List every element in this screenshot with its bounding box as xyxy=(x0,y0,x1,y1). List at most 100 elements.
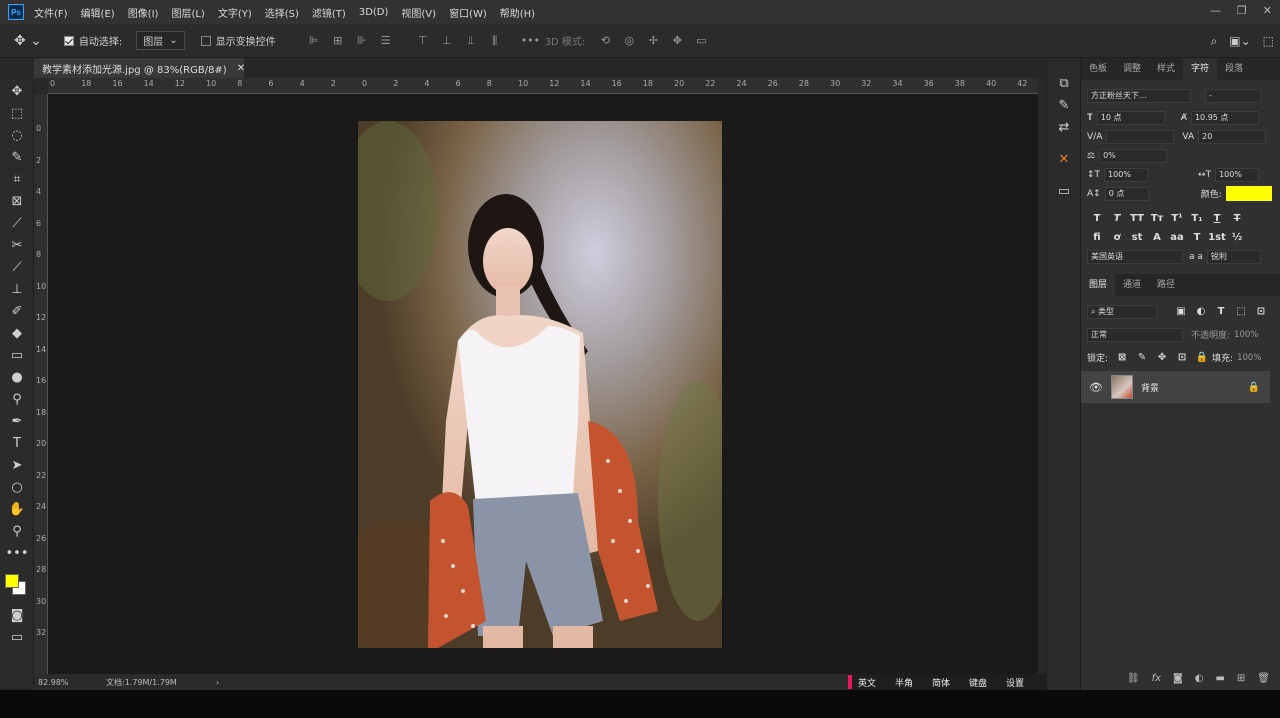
quick-select-tool-icon[interactable]: ✎ xyxy=(0,146,34,168)
filter-type-icon[interactable]: T xyxy=(1211,306,1231,317)
ime-english[interactable]: 英文 xyxy=(858,676,895,689)
tab-styles[interactable]: 样式 xyxy=(1149,58,1183,80)
swash-icon[interactable]: A xyxy=(1147,232,1167,243)
slide-3d-icon[interactable]: ✥ xyxy=(670,34,684,47)
new-group-icon[interactable]: ▬ xyxy=(1215,673,1224,684)
tools-panel-icon[interactable]: ✕ xyxy=(1047,148,1081,170)
frame-tool-icon[interactable]: ⊠ xyxy=(0,190,34,212)
zoom-tool-icon[interactable]: ⚲ xyxy=(0,520,34,542)
canvas-area[interactable] xyxy=(48,94,1038,674)
zoom-level[interactable]: 82.98% xyxy=(38,678,106,687)
distribute-icon[interactable]: ☰ xyxy=(379,34,393,47)
font-family-dropdown[interactable]: 方正粉丝天下... xyxy=(1087,88,1191,103)
lasso-tool-icon[interactable]: ◌ xyxy=(0,124,34,146)
language-dropdown[interactable]: 美国英语 xyxy=(1087,249,1183,264)
tab-paths[interactable]: 路径 xyxy=(1149,274,1183,296)
menu-window[interactable]: 窗口(W) xyxy=(449,5,487,20)
subscript-icon[interactable]: T₁ xyxy=(1187,213,1207,224)
layer-row[interactable]: 👁 背景 🔒 xyxy=(1081,371,1270,403)
fill-value[interactable]: 100% xyxy=(1237,353,1261,363)
align-right-icon[interactable]: ⊪ xyxy=(355,34,369,47)
align-top-icon[interactable]: ⊤ xyxy=(416,34,430,47)
history-brush-tool-icon[interactable]: ✐ xyxy=(0,300,34,322)
blur-tool-icon[interactable]: ● xyxy=(0,366,34,388)
move-tool-preset-icon[interactable]: ✥ ⌄ xyxy=(14,33,42,49)
auto-select-checkbox[interactable]: 自动选择: xyxy=(63,33,122,48)
foreground-color-swatch[interactable] xyxy=(5,574,19,588)
superscript-icon[interactable]: T¹ xyxy=(1167,213,1187,224)
align-middle-icon[interactable]: ⊥ xyxy=(440,34,454,47)
lock-transparent-icon[interactable]: ⊠ xyxy=(1112,352,1132,363)
vscale-pct-field[interactable]: 0% xyxy=(1099,148,1168,163)
vertical-scale-field[interactable]: 100% xyxy=(1104,167,1149,182)
screen-mode-icon[interactable]: ▭ xyxy=(0,626,34,648)
adjustment-layer-icon[interactable]: ◐ xyxy=(1195,673,1204,684)
orbit-3d-icon[interactable]: ⟲ xyxy=(598,34,612,47)
tab-channels[interactable]: 通道 xyxy=(1115,274,1149,296)
frame-panel-icon[interactable]: ▭ xyxy=(1047,180,1081,202)
menu-3d[interactable]: 3D(D) xyxy=(359,7,389,18)
marquee-tool-icon[interactable]: ⬚ xyxy=(0,102,34,124)
pan-3d-icon[interactable]: ✢ xyxy=(646,34,660,47)
tracking-field[interactable]: 20 xyxy=(1198,129,1267,144)
color-swatches[interactable] xyxy=(0,564,34,604)
faux-bold-icon[interactable]: T xyxy=(1087,213,1107,224)
healing-tool-icon[interactable]: ✂ xyxy=(0,234,34,256)
baseline-field[interactable]: 0 点 xyxy=(1104,186,1149,201)
ime-keyboard[interactable]: 键盘 xyxy=(969,676,1006,689)
layer-filter-dropdown[interactable]: ⌕ 类型 xyxy=(1087,304,1157,319)
tab-paragraph[interactable]: 段落 xyxy=(1217,58,1251,80)
crop-tool-icon[interactable]: ⌗ xyxy=(0,168,34,190)
document-info[interactable]: 文档:1.79M/1.79M xyxy=(106,677,216,688)
pen-tool-icon[interactable]: ✒ xyxy=(0,410,34,432)
tab-layers[interactable]: 图层 xyxy=(1081,274,1116,296)
discretionary-ligature-icon[interactable]: st xyxy=(1127,232,1147,243)
tab-character[interactable]: 字符 xyxy=(1183,58,1218,80)
brush-panel-icon[interactable]: ✎ xyxy=(1047,94,1081,116)
new-layer-icon[interactable]: ⊞ xyxy=(1237,673,1245,684)
font-style-dropdown[interactable]: - xyxy=(1205,88,1261,103)
workspace-icon[interactable]: ▣⌄ xyxy=(1229,34,1250,49)
text-color-swatch[interactable] xyxy=(1225,186,1272,201)
filter-shape-icon[interactable]: ⬚ xyxy=(1231,306,1251,317)
lock-all-icon[interactable]: 🔒 xyxy=(1192,352,1212,363)
blend-mode-dropdown[interactable]: 正常 xyxy=(1087,327,1183,342)
tab-adjustments[interactable]: 调整 xyxy=(1115,58,1149,80)
roll-3d-icon[interactable]: ◎ xyxy=(622,34,636,47)
kerning-field[interactable] xyxy=(1106,129,1175,144)
auto-select-dropdown[interactable]: 图层 ⌄ xyxy=(136,31,185,50)
share-icon[interactable]: ⬚ xyxy=(1263,34,1274,49)
ordinals-icon[interactable]: 1st xyxy=(1207,232,1227,243)
old-style-icon[interactable]: ơ xyxy=(1107,232,1127,243)
tab-swatches[interactable]: 色板 xyxy=(1081,58,1115,80)
show-transform-checkbox[interactable]: 显示变换控件 xyxy=(200,33,276,48)
eyedropper-tool-icon[interactable]: ⟋ xyxy=(0,212,34,234)
lock-image-icon[interactable]: ✎ xyxy=(1132,352,1152,363)
document-image[interactable] xyxy=(358,121,722,648)
search-icon[interactable]: ⌕ xyxy=(1211,34,1218,49)
stamp-tool-icon[interactable]: ⊥ xyxy=(0,278,34,300)
opacity-value[interactable]: 100% xyxy=(1234,330,1258,340)
ime-halfwidth[interactable]: 半角 xyxy=(895,676,932,689)
ligatures-icon[interactable]: fi xyxy=(1087,232,1107,243)
lock-artboard-icon[interactable]: ⊡ xyxy=(1172,352,1192,363)
document-tab[interactable]: 教学素材添加光源.jpg @ 83%(RGB/8#) ✕ xyxy=(34,58,245,78)
quick-mask-icon[interactable]: ◙ xyxy=(0,604,34,626)
adjust-panel-icon[interactable]: ⇄ xyxy=(1047,116,1081,138)
underline-icon[interactable]: T xyxy=(1207,213,1227,224)
faux-italic-icon[interactable]: T xyxy=(1107,213,1127,224)
antialias-dropdown[interactable]: 锐利 xyxy=(1206,249,1261,264)
link-layers-icon[interactable]: ⛓ xyxy=(1127,673,1140,684)
lock-position-icon[interactable]: ✥ xyxy=(1152,352,1172,363)
status-arrow-icon[interactable]: › xyxy=(216,678,219,687)
brush-tool-icon[interactable]: ⟋ xyxy=(0,256,34,278)
close-icon[interactable]: ✕ xyxy=(1263,4,1272,17)
filter-pixel-icon[interactable]: ▣ xyxy=(1171,306,1191,317)
strikethrough-icon[interactable]: T xyxy=(1227,213,1247,224)
menu-image[interactable]: 图像(I) xyxy=(128,5,159,20)
more-options-icon[interactable]: ••• xyxy=(521,34,540,47)
menu-type[interactable]: 文字(Y) xyxy=(218,5,252,20)
stylistic-alt-icon[interactable]: aa xyxy=(1167,232,1187,243)
align-bottom-icon[interactable]: ⫫ xyxy=(464,34,478,47)
menu-filter[interactable]: 滤镜(T) xyxy=(312,5,346,20)
